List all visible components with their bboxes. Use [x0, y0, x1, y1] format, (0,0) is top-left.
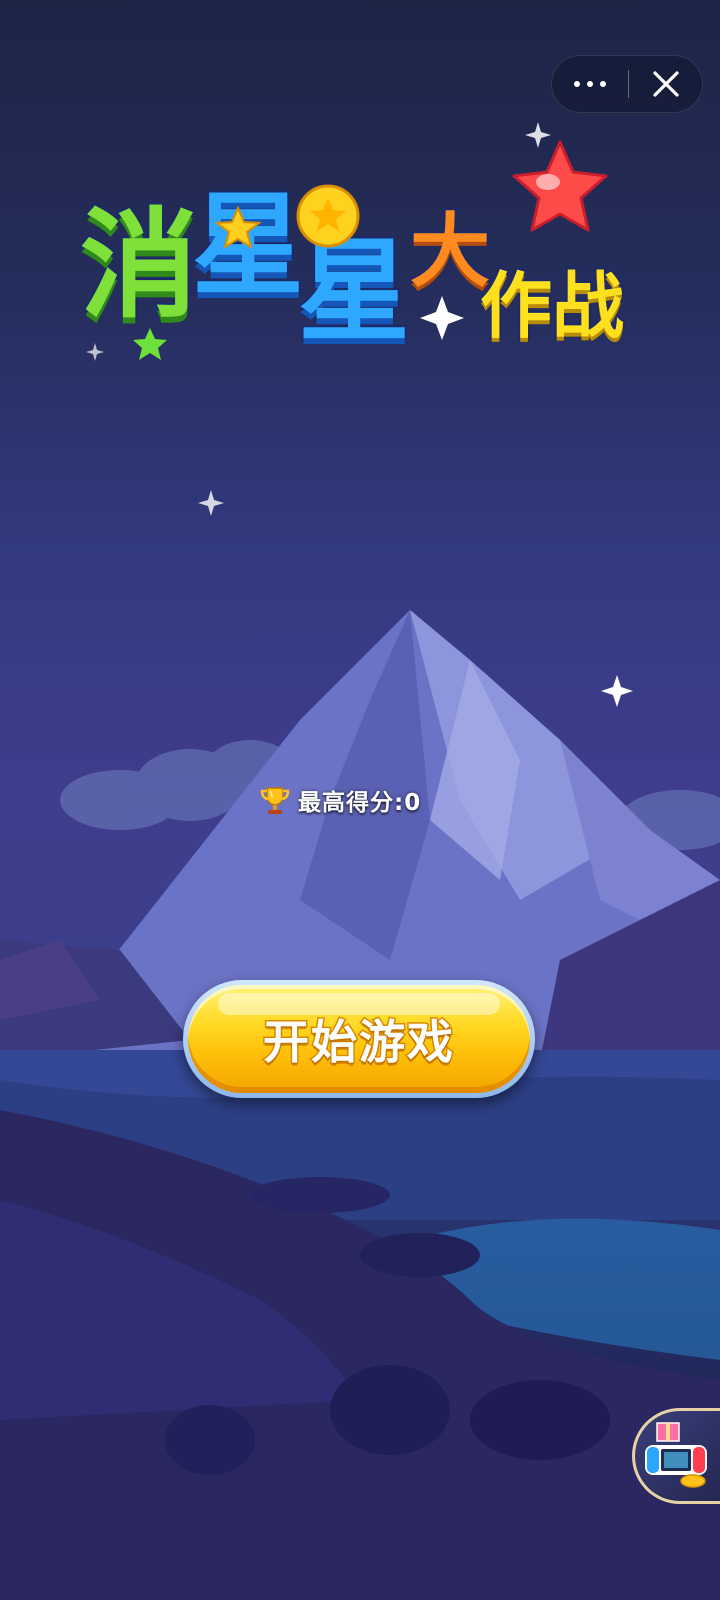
close-x-icon[interactable]: [629, 56, 703, 112]
green-star-icon: [133, 328, 167, 360]
title-star-decorations: [133, 122, 608, 360]
mini-program-capsule: [551, 55, 703, 113]
red-star-icon: [512, 140, 608, 232]
start-game-label[interactable]: 开始游戏: [262, 1006, 455, 1072]
game-console-gift-icon: [645, 1422, 707, 1488]
high-score-label: 最高得分:0: [298, 790, 422, 816]
start-game-button-face[interactable]: 开始游戏: [188, 985, 530, 1093]
more-dots-icon[interactable]: [552, 56, 628, 112]
yellow-star-icon: [214, 205, 262, 250]
white-sparkle-icon: [420, 296, 464, 340]
trophy-icon: [260, 787, 290, 814]
start-game-button[interactable]: 开始游戏: [183, 980, 535, 1098]
game-start-screen: 消 星 星 大 作战 最高得分:0: [0, 0, 720, 1600]
high-score-display: 最高得分:0: [258, 780, 421, 820]
floating-game-console-ad[interactable]: [632, 1408, 720, 1504]
game-title-logo: 消 星 星 大 作战: [70, 120, 660, 380]
